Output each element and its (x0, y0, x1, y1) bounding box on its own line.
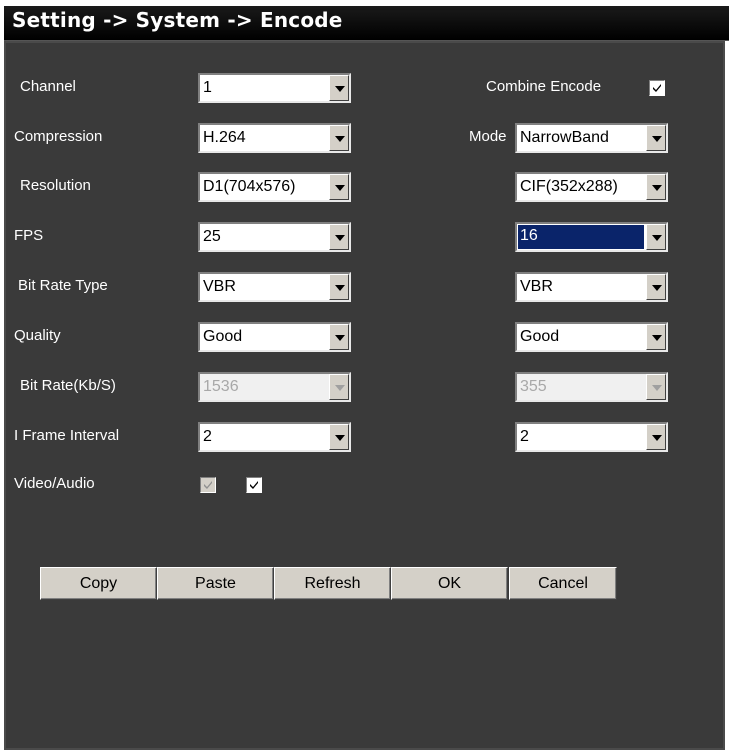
encode-panel: Channel Compression Resolution FPS Bit R… (4, 41, 725, 750)
extra-quality-value: Good (520, 328, 560, 345)
paste-button[interactable]: Paste (157, 567, 274, 600)
i-frame-interval-value: 2 (203, 428, 212, 445)
extra-bit-rate-type-select[interactable]: VBR (515, 272, 668, 302)
chevron-down-icon (329, 374, 349, 400)
chevron-down-icon (646, 374, 666, 400)
compression-select[interactable]: H.264 (198, 123, 351, 153)
chevron-down-icon[interactable] (329, 174, 349, 200)
chevron-down-icon[interactable] (646, 125, 666, 151)
refresh-button[interactable]: Refresh (274, 567, 391, 600)
fps-label: FPS (14, 227, 44, 244)
fps-value: 25 (203, 228, 221, 245)
extra-bit-rate-value: 355 (520, 378, 547, 395)
i-frame-interval-label: I Frame Interval (14, 427, 120, 444)
encode-settings-window: Setting -> System -> Encode Channel Comp… (0, 0, 729, 756)
title-bar: Setting -> System -> Encode (4, 6, 729, 41)
extra-mode-value: NarrowBand (520, 129, 609, 146)
extra-fps-value: 16 (518, 225, 644, 249)
chevron-down-icon[interactable] (646, 174, 666, 200)
extra-quality-select[interactable]: Good (515, 322, 668, 352)
audio-checkbox[interactable] (246, 477, 262, 493)
ok-button[interactable]: OK (391, 567, 508, 600)
extra-bit-rate-select: 355 (515, 372, 668, 402)
extra-resolution-select[interactable]: CIF(352x288) (515, 172, 668, 202)
chevron-down-icon[interactable] (646, 324, 666, 350)
video-audio-label: Video/Audio (14, 475, 95, 492)
bit-rate-type-label: Bit Rate Type (18, 277, 108, 294)
channel-value: 1 (203, 79, 212, 96)
quality-select[interactable]: Good (198, 322, 351, 352)
extra-resolution-value: CIF(352x288) (520, 178, 618, 195)
compression-label: Compression (14, 128, 103, 145)
cancel-button[interactable]: Cancel (509, 567, 617, 600)
extra-i-frame-interval-select[interactable]: 2 (515, 422, 668, 452)
resolution-label: Resolution (20, 177, 91, 194)
quality-label: Quality (14, 327, 61, 344)
extra-mode-select[interactable]: NarrowBand (515, 123, 668, 153)
fps-select[interactable]: 25 (198, 222, 351, 252)
chevron-down-icon[interactable] (646, 274, 666, 300)
chevron-down-icon[interactable] (329, 424, 349, 450)
video-checkbox (200, 477, 216, 493)
bit-rate-value: 1536 (203, 378, 239, 395)
extra-bit-rate-type-value: VBR (520, 278, 553, 295)
checkmark-icon (250, 481, 258, 489)
chevron-down-icon[interactable] (329, 324, 349, 350)
resolution-value: D1(704x576) (203, 178, 296, 195)
bit-rate-select: 1536 (198, 372, 351, 402)
combine-encode-checkbox[interactable] (649, 80, 665, 96)
checkmark-icon (204, 481, 212, 489)
bit-rate-type-select[interactable]: VBR (198, 272, 351, 302)
mode-label: Mode (469, 128, 507, 145)
chevron-down-icon[interactable] (329, 224, 349, 250)
resolution-select[interactable]: D1(704x576) (198, 172, 351, 202)
channel-select[interactable]: 1 (198, 73, 351, 103)
window-title: Setting -> System -> Encode (12, 8, 343, 32)
bit-rate-type-value: VBR (203, 278, 236, 295)
channel-label: Channel (20, 78, 76, 95)
copy-button[interactable]: Copy (40, 567, 157, 600)
bit-rate-label: Bit Rate(Kb/S) (20, 377, 116, 394)
chevron-down-icon[interactable] (329, 75, 349, 101)
combine-encode-label: Combine Encode (486, 78, 602, 95)
chevron-down-icon[interactable] (329, 274, 349, 300)
i-frame-interval-select[interactable]: 2 (198, 422, 351, 452)
compression-value: H.264 (203, 129, 246, 146)
checkmark-icon (653, 84, 661, 92)
extra-i-frame-interval-value: 2 (520, 428, 529, 445)
chevron-down-icon[interactable] (646, 224, 666, 250)
chevron-down-icon[interactable] (646, 424, 666, 450)
quality-value: Good (203, 328, 243, 345)
extra-fps-select[interactable]: 16 (515, 222, 668, 252)
chevron-down-icon[interactable] (329, 125, 349, 151)
